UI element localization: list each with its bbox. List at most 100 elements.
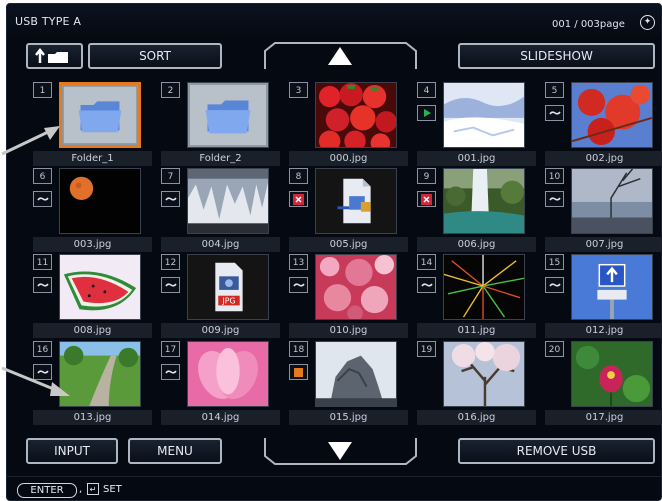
thumbnail-cell[interactable]: 15 012.jpg xyxy=(545,254,661,342)
thumbnail-cell[interactable]: 10 007.jpg xyxy=(545,168,661,256)
image-thumbnail[interactable]: JPG xyxy=(187,254,269,320)
image-thumbnail[interactable] xyxy=(59,168,141,234)
thumbnail-caption: 009.jpg xyxy=(161,323,280,338)
status-badge xyxy=(161,191,180,207)
image-thumbnail[interactable] xyxy=(59,254,141,320)
image-thumbnail[interactable] xyxy=(315,82,397,148)
thumbnail-cell[interactable]: 6 003.jpg xyxy=(33,168,152,256)
thumbnail-cell[interactable]: 5 002.jpg xyxy=(545,82,661,170)
page-indicator: 001 / 003page xyxy=(552,19,625,30)
up-folder-icon xyxy=(34,47,68,63)
enter-key-hint: ENTER xyxy=(17,483,77,498)
image-thumbnail[interactable] xyxy=(443,341,525,407)
page-up-button[interactable] xyxy=(253,41,428,71)
thumbnail-cell[interactable]: 11 008.jpg xyxy=(33,254,152,342)
image-preview xyxy=(188,169,268,233)
menu-button[interactable]: MENU xyxy=(128,438,222,464)
thumbnail-number: 11 xyxy=(33,254,52,270)
thumbnail-cell[interactable]: 12 JPG 009.jpg xyxy=(161,254,280,342)
header-bar: USB TYPE A 001 / 003page ✦ xyxy=(7,4,661,38)
status-badge xyxy=(417,191,436,207)
thumbnail-cell[interactable]: 7 004.jpg xyxy=(161,168,280,256)
image-thumbnail[interactable] xyxy=(571,341,653,407)
triangle-down-icon xyxy=(328,442,352,460)
thumbnail-caption: 016.jpg xyxy=(417,410,536,425)
image-thumbnail[interactable] xyxy=(315,341,397,407)
thumbnail-cell[interactable]: 13 010.jpg xyxy=(289,254,408,342)
image-preview xyxy=(444,342,524,406)
status-badge xyxy=(161,277,180,293)
triangle-up-icon xyxy=(328,47,352,65)
status-badge xyxy=(33,277,52,293)
image-thumbnail[interactable] xyxy=(571,168,653,234)
thumbnail-cell[interactable]: 9 006.jpg xyxy=(417,168,536,256)
status-badge xyxy=(545,277,564,293)
thumbnail-number: 20 xyxy=(545,341,564,357)
status-badge xyxy=(417,277,436,293)
error-badge-icon xyxy=(293,193,304,205)
wave-badge-icon xyxy=(548,111,561,115)
input-button[interactable]: INPUT xyxy=(26,438,118,464)
image-preview: JPG xyxy=(188,255,268,319)
status-badge xyxy=(161,364,180,380)
error-badge-icon xyxy=(421,193,432,205)
folder-thumbnail[interactable] xyxy=(187,82,269,148)
circle-nav-icon: ✦ xyxy=(640,15,655,30)
status-badge xyxy=(289,277,308,293)
up-folder-button[interactable] xyxy=(26,43,83,69)
image-preview xyxy=(444,169,524,233)
thumbnail-cell[interactable]: 14 011.jpg xyxy=(417,254,536,342)
image-preview xyxy=(572,255,652,319)
thumbnail-cell[interactable]: 3 000.jpg xyxy=(289,82,408,170)
thumbnail-number: 13 xyxy=(289,254,308,270)
sort-button[interactable]: SORT xyxy=(88,43,222,69)
source-title: USB TYPE A xyxy=(15,15,82,28)
folder-thumbnail[interactable] xyxy=(59,82,141,148)
image-thumbnail[interactable] xyxy=(443,168,525,234)
thumbnail-cell[interactable]: 2 Folder_2 xyxy=(161,82,280,170)
thumbnail-cell[interactable]: 4 001.jpg xyxy=(417,82,536,170)
thumbnail-cell[interactable]: 18 015.jpg xyxy=(289,341,408,429)
thumbnail-number: 2 xyxy=(161,82,180,98)
remove-usb-button[interactable]: REMOVE USB xyxy=(458,438,655,464)
thumbnail-number: 3 xyxy=(289,82,308,98)
thumbnail-number: 5 xyxy=(545,82,564,98)
status-bar: ENTER , ↵ SET xyxy=(7,476,661,500)
image-thumbnail[interactable] xyxy=(443,82,525,148)
pointer-arrow-icon xyxy=(1,126,60,156)
thumbnail-cell[interactable]: 20 017.jpg xyxy=(545,341,661,429)
thumbnail-number: 1 xyxy=(33,82,52,98)
image-thumbnail[interactable] xyxy=(571,254,653,320)
thumbnail-cell[interactable]: 19 016.jpg xyxy=(417,341,536,429)
thumbnail-cell[interactable]: 8 005.jpg xyxy=(289,168,408,256)
thumbnail-cell[interactable]: 17 014.jpg xyxy=(161,341,280,429)
thumbnail-caption: 003.jpg xyxy=(33,237,152,252)
wave-badge-icon xyxy=(548,283,561,287)
thumbnail-caption: 002.jpg xyxy=(545,151,661,166)
image-thumbnail[interactable] xyxy=(187,341,269,407)
thumbnail-caption: 008.jpg xyxy=(33,323,152,338)
thumbnail-number: 7 xyxy=(161,168,180,184)
thumbnail-caption: 015.jpg xyxy=(289,410,408,425)
status-badge xyxy=(289,364,308,380)
page-down-button[interactable] xyxy=(253,436,428,466)
wave-badge-icon xyxy=(164,197,177,201)
image-thumbnail[interactable] xyxy=(187,168,269,234)
image-thumbnail[interactable] xyxy=(315,168,397,234)
hint-separator: , xyxy=(79,484,83,495)
wave-badge-icon xyxy=(36,283,49,287)
slideshow-button[interactable]: SLIDESHOW xyxy=(458,43,655,69)
image-thumbnail[interactable] xyxy=(571,82,653,148)
thumbnail-caption: 017.jpg xyxy=(545,410,661,425)
thumbnail-caption: 012.jpg xyxy=(545,323,661,338)
image-thumbnail[interactable] xyxy=(315,254,397,320)
wave-badge-icon xyxy=(164,283,177,287)
thumbnail-number: 6 xyxy=(33,168,52,184)
folder-icon xyxy=(62,85,138,145)
play-badge-icon xyxy=(423,109,431,117)
set-hint: SET xyxy=(103,484,122,495)
wave-badge-icon xyxy=(164,370,177,374)
image-preview xyxy=(572,342,652,406)
thumbnail-caption: 001.jpg xyxy=(417,151,536,166)
image-thumbnail[interactable] xyxy=(443,254,525,320)
